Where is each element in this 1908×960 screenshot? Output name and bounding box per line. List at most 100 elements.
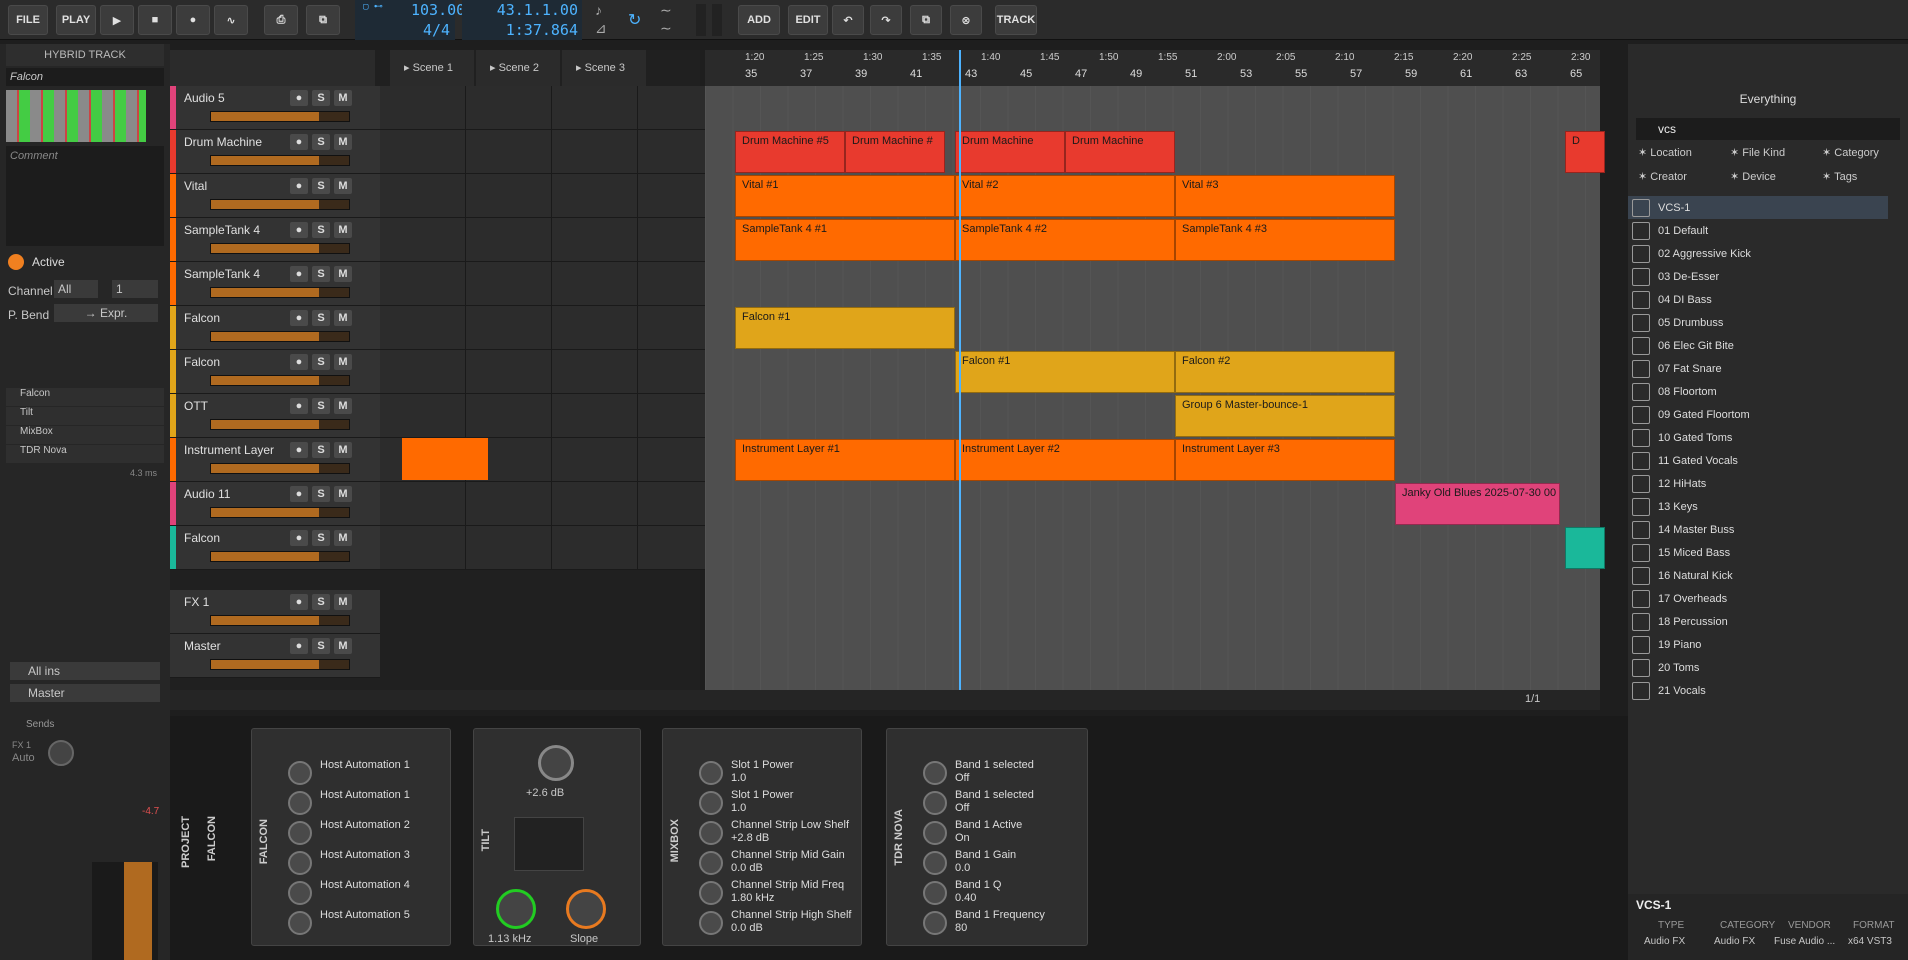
clip-launcher-slot[interactable] (380, 526, 466, 570)
loop-icon[interactable]: ↻ (628, 10, 641, 30)
arranger-clip[interactable]: Group 6 Master-bounce-1 (1175, 395, 1395, 437)
parameter-knob[interactable] (923, 881, 947, 905)
browser-item[interactable]: 20 Toms (1628, 656, 1888, 679)
parameter-knob[interactable] (923, 821, 947, 845)
track-name-field[interactable]: Falcon (6, 68, 164, 86)
record-arm-button[interactable]: ● (290, 266, 308, 282)
device-parameter[interactable]: Channel Strip High Shelf 0.0 dB (691, 907, 859, 937)
clip-launcher-slot[interactable] (466, 86, 552, 130)
browser-item[interactable]: 04 DI Bass (1628, 288, 1888, 311)
clip-launcher-slot[interactable] (380, 394, 466, 438)
browser-search-input[interactable]: vcs (1636, 118, 1900, 140)
browser-item[interactable]: 18 Percussion (1628, 610, 1888, 633)
parameter-knob[interactable] (923, 791, 947, 815)
mute-button[interactable]: M (334, 222, 352, 238)
parameter-knob[interactable] (699, 851, 723, 875)
clip-launcher-slot[interactable] (552, 306, 638, 350)
volume-fader[interactable] (210, 659, 350, 670)
browser-filter[interactable]: ✶ File Kind (1730, 146, 1785, 159)
clip-launcher-slot[interactable] (552, 174, 638, 218)
tilt-freq-knob[interactable] (496, 889, 536, 929)
clip-launcher-slot[interactable] (380, 262, 466, 306)
browser-item[interactable]: 12 HiHats (1628, 472, 1888, 495)
automation-icon[interactable]: ∿ (214, 5, 248, 35)
track-header[interactable]: OTT ● S M (170, 394, 380, 438)
record-icon[interactable]: ● (176, 5, 210, 35)
mute-button[interactable]: M (334, 134, 352, 150)
parameter-knob[interactable] (923, 911, 947, 935)
record-arm-button[interactable]: ● (290, 134, 308, 150)
browser-item[interactable]: 16 Natural Kick (1628, 564, 1888, 587)
browser-item[interactable]: 19 Piano (1628, 633, 1888, 656)
solo-button[interactable]: S (312, 310, 330, 326)
parameter-knob[interactable] (288, 851, 312, 875)
parameter-knob[interactable] (288, 791, 312, 815)
browser-item[interactable]: 05 Drumbuss (1628, 311, 1888, 334)
track-header[interactable]: SampleTank 4 ● S M (170, 262, 380, 306)
parameter-knob[interactable] (288, 821, 312, 845)
clip-launcher-slot[interactable] (552, 218, 638, 262)
scene-header[interactable]: ▸ Scene 3 (562, 50, 646, 86)
stop-icon[interactable]: ■ (138, 5, 172, 35)
record-arm-button[interactable]: ● (290, 222, 308, 238)
mute-button[interactable]: M (334, 178, 352, 194)
volume-meter[interactable] (92, 862, 158, 960)
clip-launcher-slot[interactable] (466, 130, 552, 174)
parameter-knob[interactable] (288, 911, 312, 935)
device-parameter[interactable]: Band 1 Q 0.40 (915, 877, 1083, 907)
arranger-clip[interactable]: SampleTank 4 #2 (955, 219, 1175, 261)
record-arm-button[interactable]: ● (290, 90, 308, 106)
tilt-slope-knob[interactable] (566, 889, 606, 929)
arranger-clip[interactable]: D (1565, 131, 1605, 173)
clip-launcher-slot[interactable] (380, 218, 466, 262)
browser-item[interactable]: 13 Keys (1628, 495, 1888, 518)
track-header[interactable]: SampleTank 4 ● S M (170, 218, 380, 262)
mute-button[interactable]: M (334, 90, 352, 106)
mute-button[interactable]: M (334, 398, 352, 414)
project-tab-label[interactable]: PROJECT (180, 816, 192, 868)
solo-button[interactable]: S (312, 222, 330, 238)
active-toggle[interactable] (8, 254, 24, 270)
output-select[interactable]: Master (10, 684, 160, 702)
volume-fader[interactable] (210, 287, 350, 298)
arranger-clip[interactable]: Drum Machine (1065, 131, 1175, 173)
arranger-clip[interactable]: SampleTank 4 #3 (1175, 219, 1395, 261)
volume-fader[interactable] (210, 111, 350, 122)
track-button[interactable]: TRACK (995, 5, 1037, 35)
browser-filter[interactable]: ✶ Category (1822, 146, 1879, 159)
track-header[interactable]: Instrument Layer ● S M (170, 438, 380, 482)
clip-launcher-slot[interactable] (466, 262, 552, 306)
add-button[interactable]: ADD (738, 5, 780, 35)
browser-item[interactable]: 01 Default (1628, 219, 1888, 242)
parameter-knob[interactable] (923, 761, 947, 785)
parameter-knob[interactable] (699, 761, 723, 785)
tilt-gain-knob[interactable] (538, 745, 574, 781)
volume-fader[interactable] (210, 507, 350, 518)
browser-item[interactable]: 08 Floortom (1628, 380, 1888, 403)
record-arm-button[interactable]: ● (290, 354, 308, 370)
clip-launcher-slot[interactable] (380, 306, 466, 350)
browser-filter[interactable]: ✶ Creator (1638, 170, 1687, 183)
browser-item[interactable]: 02 Aggressive Kick (1628, 242, 1888, 265)
mute-button[interactable]: M (334, 486, 352, 502)
arranger-clip[interactable]: Vital #3 (1175, 175, 1395, 217)
play-menu-button[interactable]: PLAY (56, 5, 96, 35)
metronome-icon[interactable]: ♪ (595, 2, 602, 18)
mute-button[interactable]: M (334, 638, 352, 654)
device-list-item[interactable]: MixBox (6, 426, 164, 444)
clip-launcher-slot[interactable] (380, 482, 466, 526)
device-parameter[interactable]: Band 1 Frequency 80 (915, 907, 1083, 937)
copy-icon[interactable]: ⧉ (910, 5, 942, 35)
clip-launcher-slot[interactable] (552, 86, 638, 130)
scene-header[interactable]: ▸ Scene 2 (476, 50, 560, 86)
arranger-clip[interactable]: Drum Machine #5 (735, 131, 845, 173)
track-header[interactable]: Vital ● S M (170, 174, 380, 218)
record-arm-button[interactable]: ● (290, 638, 308, 654)
volume-fader[interactable] (210, 243, 350, 254)
punch-in-icon[interactable]: ∼ (660, 2, 672, 19)
volume-fader[interactable] (210, 419, 350, 430)
effect-track-header[interactable]: FX 1 ● S M (170, 590, 380, 634)
device-parameter[interactable]: Band 1 selected Off (915, 757, 1083, 787)
clip-launcher-slot[interactable] (552, 526, 638, 570)
edit-button[interactable]: EDIT (788, 5, 828, 35)
